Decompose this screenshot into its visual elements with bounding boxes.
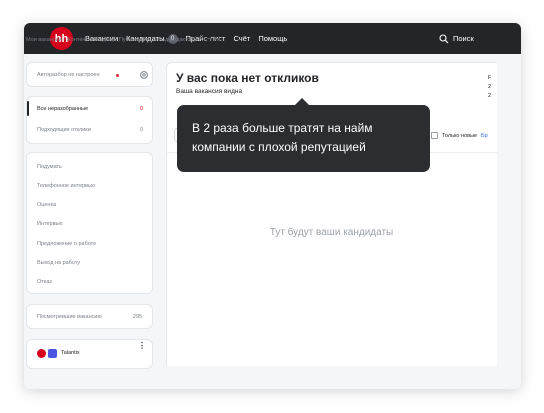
response-filters: Все неразобранные 0 Подходящие отклики 0 bbox=[26, 96, 153, 144]
stages-list: Подумать Телефонное интервью Оценка Инте… bbox=[26, 152, 153, 294]
empty-state-text: Тут будут ваши кандидаты bbox=[269, 227, 394, 238]
hh-logo-icon bbox=[37, 349, 46, 358]
autoparse-card[interactable]: Авторазбор не настроен bbox=[26, 62, 153, 87]
tooltip-line-1: В 2 раза больше тратят на найм bbox=[192, 121, 373, 135]
selected-indicator bbox=[27, 101, 29, 116]
filter-suitable[interactable]: Подходящие отклики 0 bbox=[37, 127, 143, 133]
stage-rejection[interactable]: Отказ bbox=[37, 279, 52, 285]
side-info-peek: F 2 2 bbox=[488, 74, 502, 104]
stage-start-work[interactable]: Выход на работу bbox=[37, 260, 80, 266]
breadcrumb-item-vacancy[interactable]: Контент-менеджер (Публикация, бильд-реда… bbox=[68, 37, 196, 43]
side-info-text: F 2 2 bbox=[488, 75, 492, 99]
page-subtitle: Ваша вакансия видна bbox=[176, 88, 243, 95]
nav-item-help[interactable]: Помощь bbox=[258, 34, 287, 43]
filter-all-unprocessed[interactable]: Все неразобранные 0 bbox=[37, 106, 143, 112]
gear-icon[interactable] bbox=[139, 70, 149, 80]
only-new-label: Только новые bbox=[442, 132, 478, 139]
stage-assessment[interactable]: Оценка bbox=[37, 202, 56, 208]
only-new-checkbox[interactable] bbox=[431, 132, 438, 139]
search-icon bbox=[439, 33, 449, 43]
breadcrumb-item-current: Отклики bbox=[201, 37, 223, 43]
filter-label: Все неразобранные bbox=[37, 106, 89, 112]
talantix-card[interactable]: Talantix ⋮ bbox=[26, 339, 153, 369]
autoparse-label: Авторазбор не настроен bbox=[37, 72, 100, 78]
breadcrumb-separator: · bbox=[63, 37, 66, 43]
search-button[interactable]: Поиск bbox=[439, 23, 474, 54]
filter-count: 0 bbox=[139, 127, 143, 133]
viewed-count: 295 bbox=[132, 314, 142, 320]
filter-count: 0 bbox=[139, 106, 143, 112]
nav-item-account[interactable]: Счёт bbox=[233, 34, 250, 43]
stage-interview[interactable]: Интервью bbox=[37, 221, 62, 227]
page-title: У вас пока нет откликов bbox=[176, 71, 319, 85]
only-new-toggle[interactable]: Только новые Бр bbox=[431, 132, 488, 139]
reputation-tooltip: В 2 раза больше тратят на найм компании … bbox=[177, 105, 430, 172]
search-label: Поиск bbox=[453, 34, 474, 43]
breadcrumb-separator: · bbox=[197, 37, 200, 43]
filter-label: Подходящие отклики bbox=[37, 127, 91, 133]
only-new-link[interactable]: Бр bbox=[481, 133, 488, 139]
stage-phone-interview[interactable]: Телефонное интервью bbox=[37, 183, 95, 189]
tooltip-arrow bbox=[295, 98, 309, 105]
talantix-icon bbox=[48, 349, 57, 358]
viewed-label: Посмотревшие вакансию bbox=[37, 314, 102, 320]
stage-think[interactable]: Подумать bbox=[37, 164, 62, 170]
viewed-vacancy-card[interactable]: Посмотревшие вакансию 295 bbox=[26, 304, 153, 329]
breadcrumb-item-my-vacancies[interactable]: Мои вакансии bbox=[26, 37, 62, 43]
integration-name: Talantix bbox=[61, 350, 80, 356]
warning-dot-icon bbox=[116, 74, 119, 77]
tooltip-line-2: компании с плохой репутацией bbox=[192, 140, 366, 154]
more-vertical-icon[interactable]: ⋮ bbox=[138, 342, 146, 350]
breadcrumb: Мои вакансии · Контент-менеджер (Публикаци… bbox=[26, 37, 222, 43]
stage-job-offer[interactable]: Предложение о работе bbox=[37, 241, 96, 247]
